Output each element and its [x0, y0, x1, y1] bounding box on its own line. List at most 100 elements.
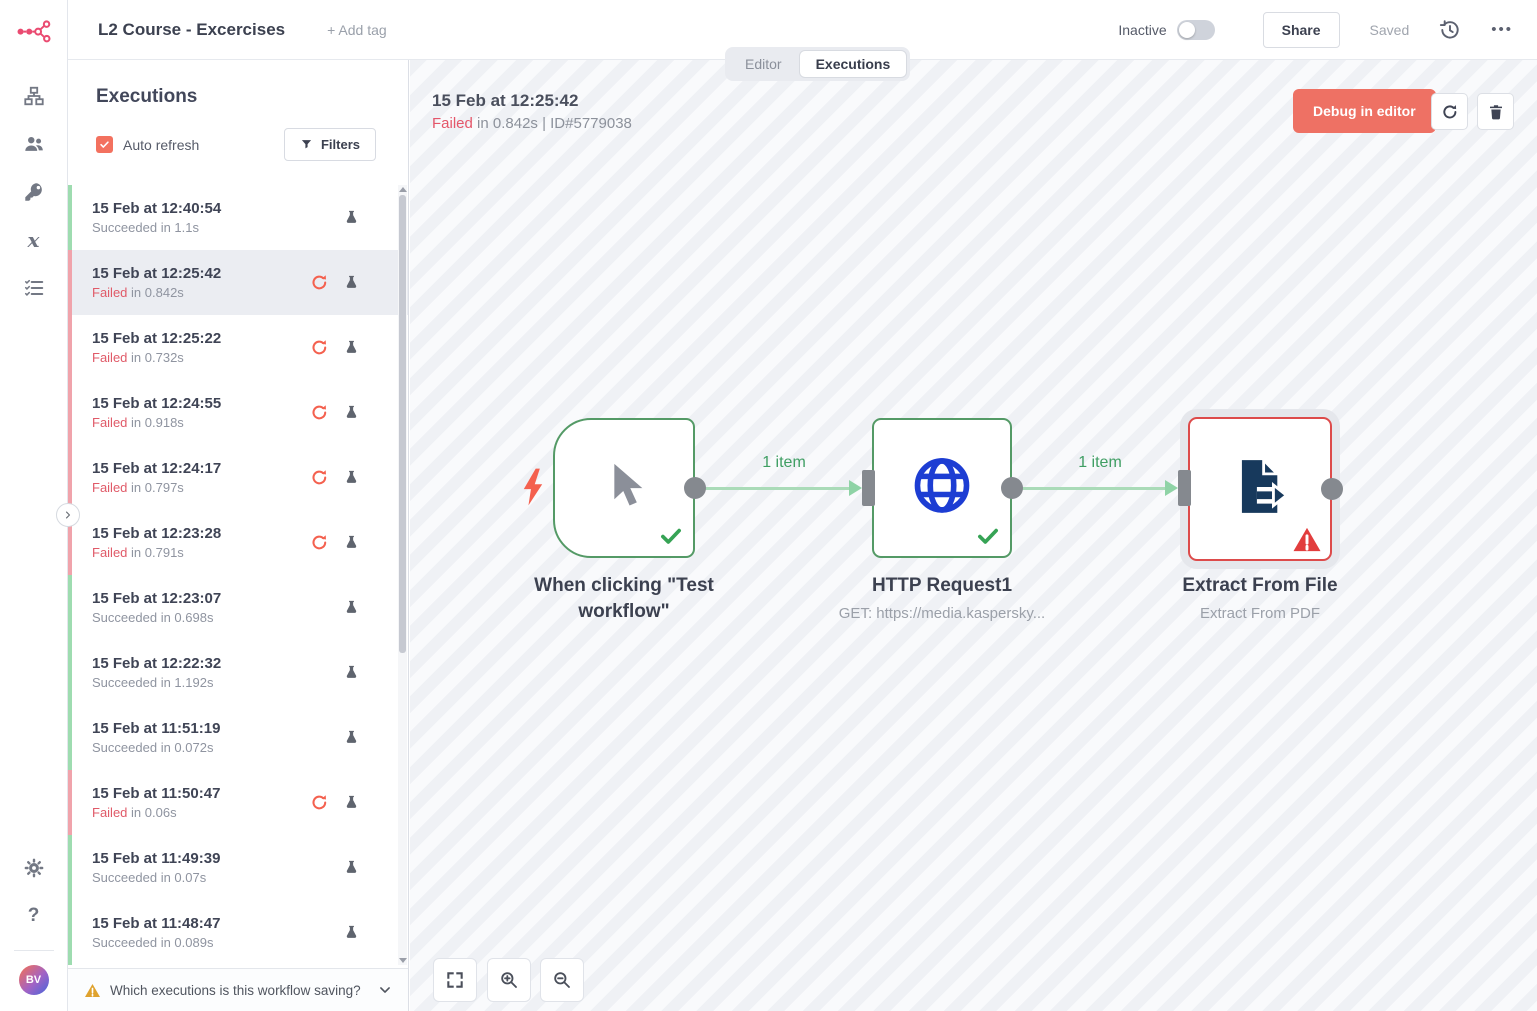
zoom-out-button[interactable] [540, 958, 584, 1002]
workflow-canvas[interactable]: 15 Feb at 12:25:42 Failed in 0.842s | ID… [410, 60, 1537, 1011]
output-connector[interactable] [1321, 478, 1343, 500]
execution-duration: in 1.192s [161, 675, 214, 690]
retry-icon[interactable] [310, 793, 329, 812]
execution-item[interactable]: 15 Feb at 11:48:47 Succeeded in 0.089s [68, 900, 408, 965]
debug-flask-icon[interactable] [343, 663, 360, 682]
scrollbar[interactable] [398, 185, 407, 965]
connection-items-label: 1 item [704, 454, 864, 472]
connection-line[interactable] [704, 487, 850, 490]
document-export-icon [1229, 456, 1291, 518]
debug-flask-icon[interactable] [343, 923, 360, 942]
debug-flask-icon[interactable] [343, 273, 360, 292]
refresh-execution-button[interactable] [1431, 93, 1468, 130]
connection-line[interactable] [1021, 487, 1166, 490]
debug-flask-icon[interactable] [343, 858, 360, 877]
execution-status: Failed [92, 480, 127, 495]
fit-view-button[interactable] [433, 958, 477, 1002]
input-connector[interactable] [862, 470, 875, 506]
execution-item[interactable]: 15 Feb at 12:23:28 Failed in 0.791s [68, 510, 408, 575]
node-label: Extract From File [1120, 573, 1400, 599]
connection-arrowhead [1165, 480, 1178, 496]
input-connector[interactable] [1178, 470, 1191, 506]
globe-icon [910, 453, 974, 517]
debug-flask-icon[interactable] [343, 793, 360, 812]
debug-flask-icon[interactable] [343, 728, 360, 747]
execution-item[interactable]: 15 Feb at 12:22:32 Succeeded in 1.192s [68, 640, 408, 705]
status-bar [68, 185, 72, 250]
credentials-key-icon[interactable] [22, 180, 46, 204]
fit-view-icon [445, 970, 465, 990]
executions-panel-title: Executions [96, 86, 388, 108]
editor-executions-tabs: Editor Executions [725, 47, 910, 81]
node-label: HTTP Request1 [802, 573, 1082, 599]
status-bar [68, 900, 72, 965]
debug-flask-icon[interactable] [343, 338, 360, 357]
user-groups-icon[interactable] [22, 132, 46, 156]
retry-icon[interactable] [310, 273, 329, 292]
debug-flask-icon[interactable] [343, 468, 360, 487]
zoom-in-button[interactable] [487, 958, 531, 1002]
filters-button[interactable]: Filters [284, 128, 376, 161]
share-button[interactable]: Share [1263, 12, 1340, 48]
execution-item[interactable]: 15 Feb at 12:23:07 Succeeded in 0.698s [68, 575, 408, 640]
debug-flask-icon[interactable] [343, 208, 360, 227]
tab-editor[interactable]: Editor [728, 50, 799, 78]
debug-in-editor-button[interactable]: Debug in editor [1293, 89, 1436, 133]
scrollbar-thumb[interactable] [399, 195, 406, 653]
execution-item[interactable]: 15 Feb at 11:50:47 Failed in 0.06s [68, 770, 408, 835]
node-manual-trigger[interactable] [553, 418, 695, 558]
execution-item[interactable]: 15 Feb at 12:24:17 Failed in 0.797s [68, 445, 408, 510]
auto-refresh-checkbox[interactable] [96, 136, 113, 153]
panel-collapse-button[interactable] [56, 503, 80, 527]
retry-icon[interactable] [310, 338, 329, 357]
retry-icon[interactable] [310, 403, 329, 422]
execution-item-selected[interactable]: 15 Feb at 12:25:42 Failed in 0.842s [68, 250, 408, 315]
more-menu-icon[interactable]: ••• [1491, 21, 1513, 38]
avatar-initials: BV [26, 974, 41, 986]
execution-item[interactable]: 15 Feb at 12:40:54 Succeeded in 1.1s [68, 185, 408, 250]
delete-execution-button[interactable] [1477, 93, 1514, 130]
execution-item[interactable]: 15 Feb at 12:24:55 Failed in 0.918s [68, 380, 408, 445]
node-extract-from-file[interactable] [1188, 417, 1332, 561]
active-toggle[interactable] [1177, 20, 1215, 40]
variables-icon[interactable]: x [22, 228, 46, 252]
execution-duration: in 1.1s [161, 220, 199, 235]
execution-duration: in 0.072s [161, 740, 214, 755]
add-tag-button[interactable]: + Add tag [327, 22, 387, 38]
execution-duration: in 0.698s [161, 610, 214, 625]
executions-panel: Executions Auto refresh Filters 15 Feb a… [68, 60, 409, 1011]
success-check-icon [658, 523, 684, 549]
execution-status: Failed [92, 350, 127, 365]
zoom-out-icon [552, 970, 572, 990]
debug-flask-icon[interactable] [343, 533, 360, 552]
retry-icon[interactable] [310, 533, 329, 552]
workflow-title[interactable]: L2 Course - Excercises [98, 20, 285, 40]
execution-item[interactable]: 15 Feb at 11:49:39 Succeeded in 0.07s [68, 835, 408, 900]
success-check-icon [975, 523, 1001, 549]
auto-refresh-label[interactable]: Auto refresh [123, 137, 199, 153]
tab-executions[interactable]: Executions [799, 50, 908, 78]
execution-duration: in 0.07s [161, 870, 207, 885]
retry-icon[interactable] [310, 468, 329, 487]
node-http-request[interactable] [872, 418, 1012, 558]
debug-flask-icon[interactable] [343, 598, 360, 617]
execution-item[interactable]: 15 Feb at 11:51:19 Succeeded in 0.072s [68, 705, 408, 770]
debug-flask-icon[interactable] [343, 403, 360, 422]
execution-duration: in 0.089s [161, 935, 214, 950]
scroll-up-arrow[interactable] [399, 187, 407, 192]
settings-gear-icon[interactable] [22, 856, 46, 880]
executions-list-icon[interactable] [22, 276, 46, 300]
history-icon[interactable] [1439, 19, 1461, 41]
chevron-down-icon [378, 983, 392, 997]
execution-date: 15 Feb at 12:23:28 [92, 525, 221, 542]
help-glyph: ? [28, 905, 40, 927]
help-icon[interactable]: ? [22, 904, 46, 928]
workflows-icon[interactable] [22, 84, 46, 108]
executions-footer[interactable]: Which executions is this workflow saving… [68, 968, 408, 1011]
n8n-logo[interactable] [14, 0, 54, 60]
output-connector[interactable] [684, 477, 706, 499]
output-connector[interactable] [1001, 477, 1023, 499]
scroll-down-arrow[interactable] [399, 958, 407, 963]
user-avatar[interactable]: BV [19, 965, 49, 995]
execution-item[interactable]: 15 Feb at 12:25:22 Failed in 0.732s [68, 315, 408, 380]
